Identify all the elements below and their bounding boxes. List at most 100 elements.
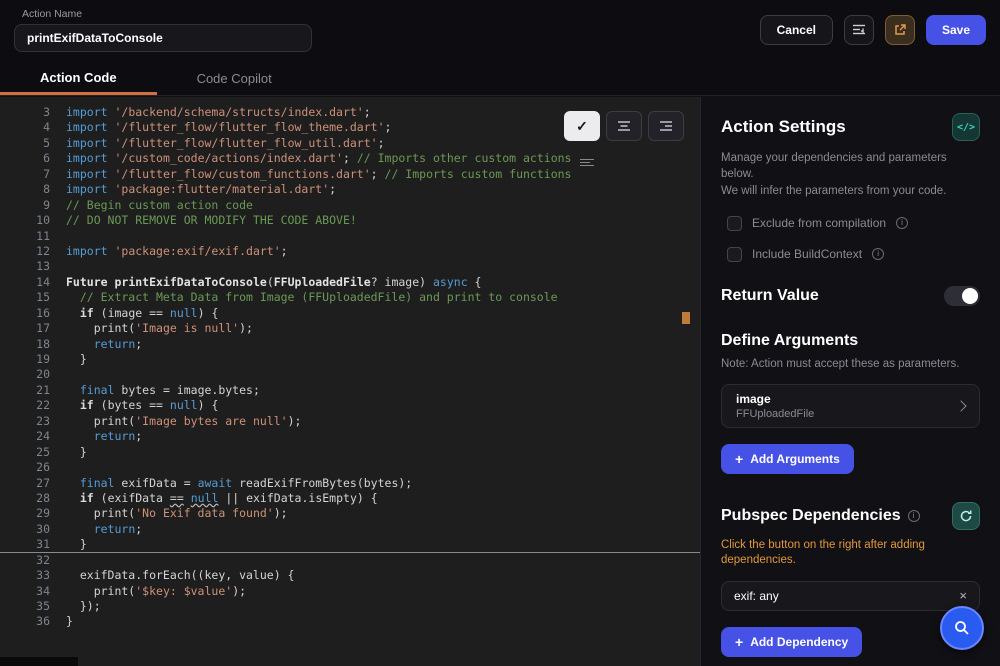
code-line[interactable]: 24 return;	[0, 429, 700, 444]
indent-button[interactable]	[648, 111, 684, 141]
code-line[interactable]: 29 print('No Exif data found');	[0, 506, 700, 521]
line-number: 16	[36, 305, 50, 320]
info-icon[interactable]	[907, 509, 920, 522]
code-line[interactable]: 19 }	[0, 352, 700, 367]
code-text: // DO NOT REMOVE OR MODIFY THE CODE ABOV…	[66, 213, 357, 228]
code-line[interactable]: 26	[0, 460, 700, 475]
tab-code-copilot[interactable]: Code Copilot	[157, 62, 312, 95]
editor-toolbar	[564, 111, 684, 141]
argument-type: FFUploadedFile	[736, 407, 815, 420]
format-lines-icon	[852, 24, 865, 35]
save-button[interactable]: Save	[925, 15, 986, 45]
add-arguments-button[interactable]: Add Arguments	[721, 443, 854, 474]
scrollbar-corner	[0, 657, 78, 666]
editor-scrollbar[interactable]	[682, 97, 690, 666]
align-center-button[interactable]	[606, 111, 642, 141]
open-external-button[interactable]	[884, 15, 915, 45]
line-number: 9	[43, 197, 50, 212]
checkbox-box[interactable]	[727, 215, 742, 231]
info-icon[interactable]	[872, 248, 885, 261]
code-line[interactable]: 32	[0, 553, 700, 568]
code-text: print('Image is null');	[66, 321, 253, 336]
code-text: }	[66, 537, 87, 552]
code-text: import '/backend/schema/structs/index.da…	[66, 105, 371, 119]
dependency-value: exif: any	[734, 588, 779, 603]
code-line[interactable]: 21 final bytes = image.bytes;	[0, 383, 700, 398]
refresh-icon	[960, 510, 972, 521]
code-line[interactable]: 18 return;	[0, 337, 700, 352]
code-line[interactable]: 33 exifData.forEach((key, value) {	[0, 568, 700, 583]
minimap-marks	[580, 159, 594, 168]
code-line[interactable]: 22 if (bytes == null) {	[0, 398, 700, 413]
code-text: return;	[93, 336, 143, 351]
line-number: 33	[36, 568, 50, 583]
return-value-toggle[interactable]	[944, 285, 980, 306]
code-text: final bytes = image.bytes;	[79, 382, 260, 397]
checkbox-box[interactable]	[727, 246, 742, 262]
refresh-dependencies-button[interactable]	[952, 501, 980, 530]
code-text: }	[66, 614, 73, 629]
line-number: 31	[36, 537, 50, 552]
line-number: 18	[36, 336, 50, 351]
pubspec-warning-text: Click the button on the right after addi…	[721, 538, 925, 567]
code-line[interactable]: 35 });	[0, 599, 700, 614]
code-text: print('Image bytes are null');	[66, 413, 302, 428]
search-fab-button[interactable]	[940, 606, 984, 650]
code-line[interactable]: 36}	[0, 614, 700, 629]
code-line[interactable]: 6 import '/custom_code/actions/index.dart…	[0, 151, 700, 166]
code-line[interactable]: 17 print('Image is null');	[0, 321, 700, 336]
code-line[interactable]: 30 return;	[0, 522, 700, 537]
code-line[interactable]: 7 import '/flutter_flow/custom_functions.…	[0, 167, 700, 182]
format-code-button[interactable]	[843, 15, 874, 45]
code-line[interactable]: 11	[0, 229, 700, 244]
remove-dependency-icon[interactable]	[959, 589, 967, 602]
line-number: 26	[36, 460, 50, 475]
line-number: 5	[43, 135, 50, 150]
tab-action-code[interactable]: Action Code	[0, 62, 157, 95]
add-dependency-button[interactable]: Add Dependency	[721, 626, 863, 657]
line-number: 29	[36, 506, 50, 521]
code-editor[interactable]: 3 import '/backend/schema/structs/index.d…	[0, 97, 700, 666]
line-number: 35	[36, 599, 50, 613]
code-line[interactable]: 12 import 'package:exif/exif.dart';	[0, 244, 700, 259]
code-line[interactable]: 13	[0, 259, 700, 274]
checkbox-include-buildcontext[interactable]: Include BuildContext	[727, 246, 980, 262]
code-line[interactable]: 20	[0, 367, 700, 382]
add-dependency-label: Add Dependency	[750, 634, 849, 649]
view-code-button[interactable]	[952, 113, 980, 141]
line-number: 11	[36, 228, 50, 243]
line-number: 23	[36, 413, 50, 428]
dependency-input[interactable]: exif: any	[721, 580, 980, 611]
code-line[interactable]: 31 }	[0, 537, 700, 553]
code-line[interactable]: 28 if (exifData == null || exifData.isEm…	[0, 491, 700, 506]
code-lines: 3 import '/backend/schema/structs/index.d…	[0, 97, 700, 630]
code-line[interactable]: 27 final exifData = await readExifFromBy…	[0, 476, 700, 491]
checkbox-label: Exclude from compilation	[752, 216, 887, 231]
code-text: });	[66, 599, 101, 613]
line-number: 4	[43, 120, 50, 135]
checkbox-exclude-compilation[interactable]: Exclude from compilation	[727, 215, 980, 231]
argument-name: image	[736, 391, 771, 406]
add-arguments-label: Add Arguments	[750, 451, 840, 466]
code-line[interactable]: 25 }	[0, 445, 700, 460]
code-line[interactable]: 9 // Begin custom action code	[0, 198, 700, 213]
code-line[interactable]: 14 Future printExifDataToConsole(FFUpload…	[0, 275, 700, 290]
code-line[interactable]: 15 // Extract Meta Data from Image (FFUp…	[0, 290, 700, 305]
line-number: 25	[36, 444, 50, 459]
line-number: 12	[36, 243, 50, 258]
info-icon[interactable]	[896, 217, 909, 230]
action-name-input[interactable]	[14, 24, 312, 52]
code-line[interactable]: 34 print('$key: $value');	[0, 584, 700, 599]
argument-card-image[interactable]: image FFUploadedFile	[721, 383, 980, 428]
line-number: 10	[36, 213, 50, 228]
code-line[interactable]: 8 import 'package:flutter/material.dart';	[0, 182, 700, 197]
code-text: print('$key: $value');	[66, 583, 247, 598]
line-number: 15	[36, 290, 50, 305]
code-line[interactable]: 23 print('Image bytes are null');	[0, 414, 700, 429]
scrollbar-change-marker	[682, 312, 690, 324]
cancel-button[interactable]: Cancel	[759, 15, 833, 45]
code-line[interactable]: 10 // DO NOT REMOVE OR MODIFY THE CODE AB…	[0, 213, 700, 228]
apply-check-button[interactable]	[564, 111, 600, 141]
code-line[interactable]: 16 if (image == null) {	[0, 306, 700, 321]
line-number: 14	[36, 274, 50, 289]
